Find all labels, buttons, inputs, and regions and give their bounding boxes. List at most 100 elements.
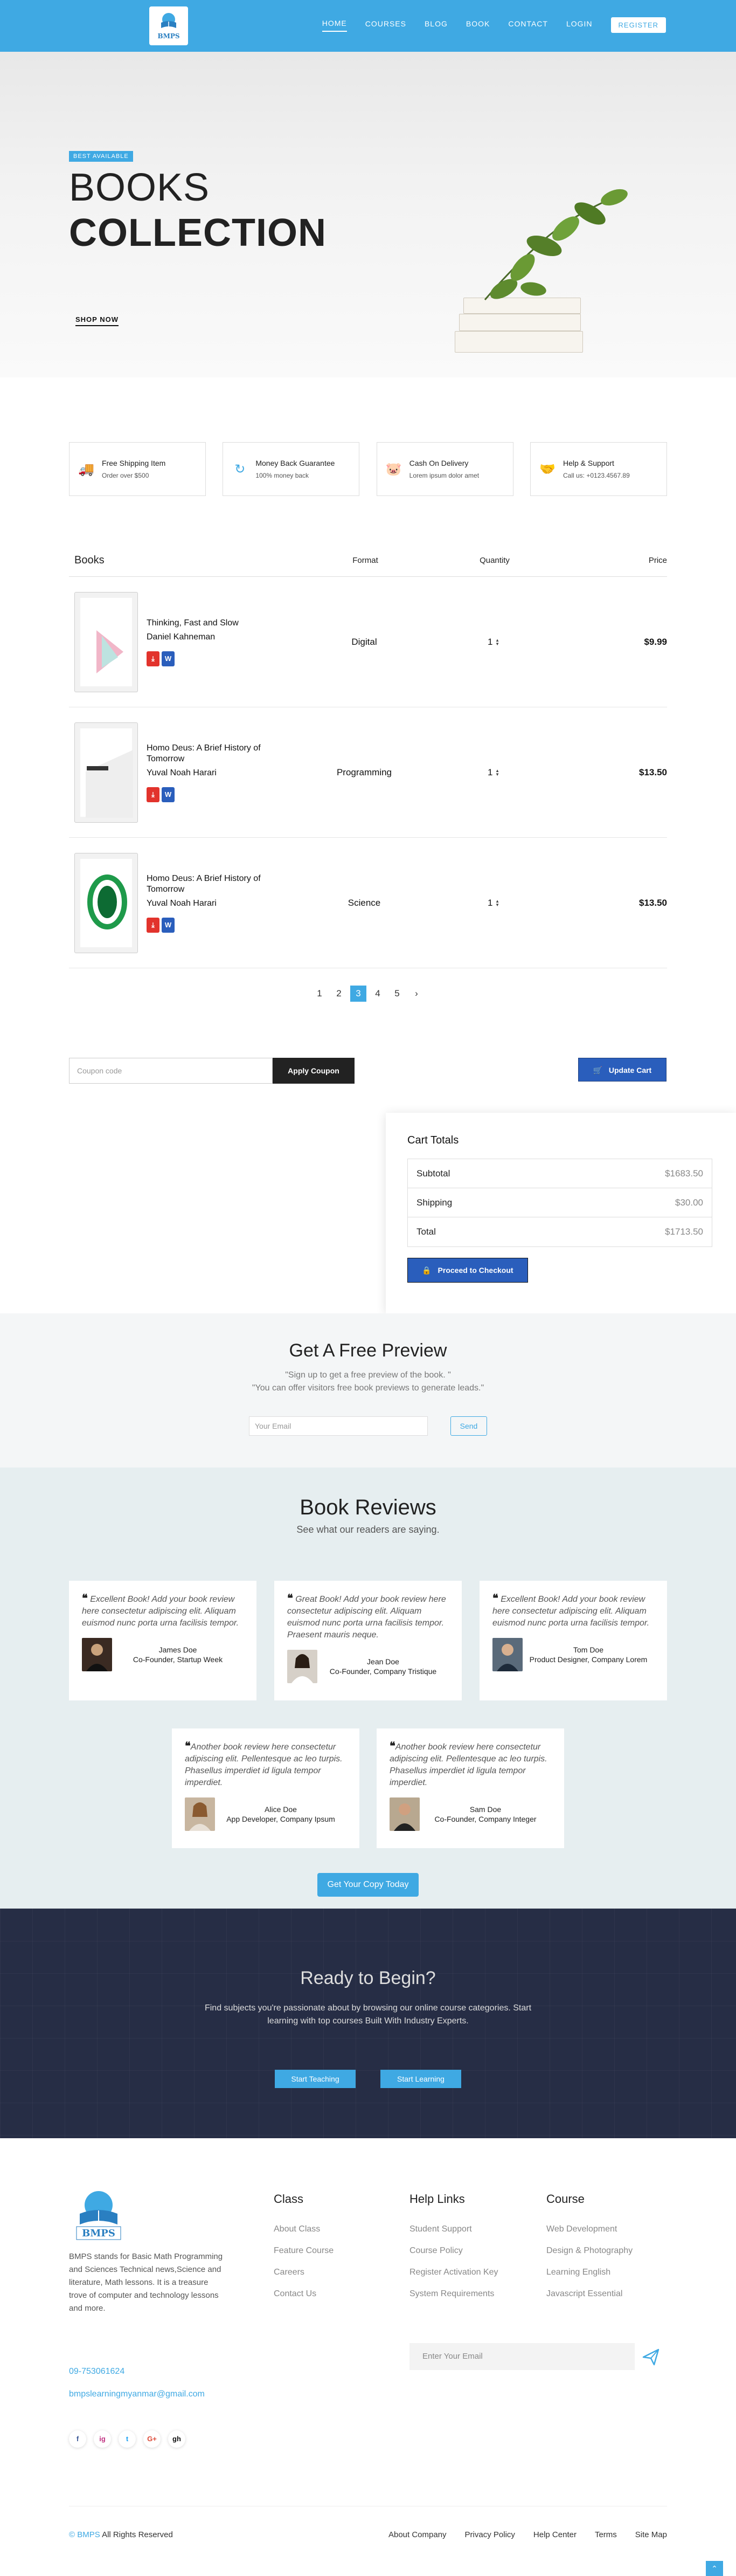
feature-cash-on-delivery: 🐷 Cash On Delivery Lorem ipsum dolor amet <box>376 442 513 496</box>
footer-bottom-link[interactable]: Help Center <box>533 2530 577 2539</box>
site-logo[interactable]: BMPS <box>149 6 188 45</box>
pdf-icon[interactable]: ⤓ <box>147 787 159 802</box>
checkout-label: Proceed to Checkout <box>438 1266 513 1275</box>
quote-icon: ❝ <box>492 1593 498 1604</box>
footer-bottom-link[interactable]: Privacy Policy <box>465 2530 515 2539</box>
spinner-arrows-icon[interactable]: ▲ ▼ <box>495 638 499 646</box>
cart-totals-title: Cart Totals <box>407 1134 459 1146</box>
feature-help-support: 🤝 Help & Support Call us: +0123.4567.89 <box>530 442 667 496</box>
book-title[interactable]: Homo Deus: A Brief History of Tomorrow <box>147 743 300 764</box>
google-plus-icon[interactable]: G+ <box>143 2430 161 2448</box>
nav-home[interactable]: HOME <box>322 19 347 32</box>
page-3-active[interactable]: 3 <box>350 986 366 1002</box>
nav-blog[interactable]: BLOG <box>425 19 448 31</box>
preview-email-input[interactable]: Your Email <box>249 1416 428 1436</box>
preview-line1: "Sign up to get a free preview of the bo… <box>285 1370 451 1380</box>
apply-coupon-button[interactable]: Apply Coupon <box>273 1058 355 1084</box>
spinner-arrows-icon[interactable]: ▲ ▼ <box>495 769 499 777</box>
footer-link[interactable]: Course Policy <box>409 2246 498 2256</box>
quantity-value[interactable]: 1 <box>488 637 492 647</box>
pdf-icon[interactable]: ⤓ <box>147 917 159 933</box>
footer-phone[interactable]: 09-753061624 <box>69 2367 124 2377</box>
footer-link[interactable]: Web Development <box>546 2224 633 2234</box>
twitter-icon[interactable]: t <box>119 2430 136 2448</box>
footer-email[interactable]: bmpslearningmyanmar@gmail.com <box>69 2389 205 2399</box>
get-your-copy-button[interactable]: Get Your Copy Today <box>317 1873 419 1897</box>
copyright-brand[interactable]: © BMPS <box>69 2530 100 2539</box>
shop-now-link[interactable]: SHOP NOW <box>75 315 119 326</box>
reviewer-role: Co-Founder, Company Integer <box>434 1815 537 1823</box>
page-5[interactable]: 5 <box>389 986 405 1002</box>
start-learning-button[interactable]: Start Learning <box>380 2070 461 2088</box>
hero-banner: BEST AVAILABLE BOOKS COLLECTION SHOP NOW <box>0 52 736 377</box>
reviewer-name: James Doe <box>158 1645 197 1654</box>
pdf-icon[interactable]: ⤓ <box>147 651 159 666</box>
footer-link[interactable]: Javascript Essential <box>546 2289 633 2299</box>
header-books: Books <box>74 554 105 566</box>
book-cover[interactable] <box>74 722 138 823</box>
coupon-input[interactable]: Coupon code <box>69 1058 273 1084</box>
register-button[interactable]: REGISTER <box>610 17 666 33</box>
quote-icon: ❝ <box>390 1740 395 1752</box>
footer-col-title: Help Links <box>409 2192 465 2206</box>
quantity-stepper[interactable]: 1 ▲ ▼ <box>429 767 558 778</box>
page-4[interactable]: 4 <box>370 986 386 1002</box>
word-icon[interactable]: W <box>162 917 175 933</box>
footer-link[interactable]: Learning English <box>546 2268 633 2277</box>
reviewer-role: App Developer, Company Ipsum <box>226 1815 335 1823</box>
shipping-row: Shipping $30.00 <box>408 1188 712 1217</box>
page-1[interactable]: 1 <box>311 986 328 1002</box>
quantity-value[interactable]: 1 <box>488 767 492 777</box>
nav-book[interactable]: BOOK <box>466 19 490 31</box>
footer-link[interactable]: System Requirements <box>409 2289 498 2299</box>
nav-courses[interactable]: COURSES <box>365 19 406 31</box>
footer-bottom-link[interactable]: Site Map <box>635 2530 667 2539</box>
nav-contact[interactable]: CONTACT <box>508 19 548 31</box>
word-icon[interactable]: W <box>162 787 175 802</box>
instagram-icon[interactable]: ig <box>94 2430 111 2448</box>
book-cover[interactable] <box>74 852 138 953</box>
footer-subscribe-input[interactable]: Enter Your Email <box>409 2343 635 2370</box>
avatar <box>185 1797 215 1831</box>
quantity-stepper[interactable]: 1 ▲ ▼ <box>429 637 558 648</box>
next-page-icon[interactable]: › <box>408 986 425 1002</box>
quote-icon: ❝ <box>82 1593 88 1604</box>
footer-link[interactable]: Feature Course <box>274 2246 334 2256</box>
footer-bottom-link[interactable]: Terms <box>595 2530 617 2539</box>
facebook-icon[interactable]: f <box>69 2430 86 2448</box>
feature-title: Cash On Delivery <box>409 459 469 467</box>
book-title[interactable]: Thinking, Fast and Slow <box>147 618 300 629</box>
refresh-icon: ↻ <box>234 462 246 477</box>
footer-link[interactable]: Design & Photography <box>546 2246 633 2256</box>
quantity-stepper[interactable]: 1 ▲ ▼ <box>429 898 558 908</box>
quote-icon: ❝ <box>287 1593 293 1604</box>
review-quote: Another book review here consectetur adi… <box>185 1742 343 1787</box>
back-to-top-icon[interactable]: ⌃ <box>706 2561 723 2576</box>
social-links: f ig t G+ gh <box>69 2430 185 2448</box>
nav-login[interactable]: LOGIN <box>566 19 593 31</box>
footer-link[interactable]: Student Support <box>409 2224 498 2234</box>
word-icon[interactable]: W <box>162 651 175 666</box>
footer-bottom-link[interactable]: About Company <box>388 2530 447 2539</box>
send-icon[interactable] <box>641 2347 661 2367</box>
total-label: Total <box>416 1227 436 1237</box>
book-cover[interactable] <box>74 591 138 692</box>
update-cart-button[interactable]: 🛒 Update Cart <box>578 1058 666 1082</box>
book-author: Yuval Noah Harari <box>147 768 217 777</box>
github-icon[interactable]: gh <box>168 2430 185 2448</box>
books-table: Books Format Quantity Price Thinking, Fa… <box>69 545 667 968</box>
footer-link[interactable]: Careers <box>274 2268 334 2277</box>
quantity-value[interactable]: 1 <box>488 898 492 908</box>
page-2[interactable]: 2 <box>331 986 347 1002</box>
footer-logo[interactable]: BMPS <box>69 2187 128 2241</box>
proceed-to-checkout-button[interactable]: 🔒 Proceed to Checkout <box>407 1258 528 1283</box>
preview-send-button[interactable]: Send <box>450 1416 487 1436</box>
footer-link[interactable]: Register Activation Key <box>409 2268 498 2277</box>
footer-link[interactable]: Contact Us <box>274 2289 334 2299</box>
footer-link[interactable]: About Class <box>274 2224 334 2234</box>
book-title[interactable]: Homo Deus: A Brief History of Tomorrow <box>147 873 300 895</box>
start-teaching-button[interactable]: Start Teaching <box>275 2070 356 2088</box>
footer-col-class: Class About Class Feature Course Careers… <box>274 2192 334 2311</box>
hero-book-stack-image <box>453 189 647 359</box>
spinner-arrows-icon[interactable]: ▲ ▼ <box>495 899 499 907</box>
